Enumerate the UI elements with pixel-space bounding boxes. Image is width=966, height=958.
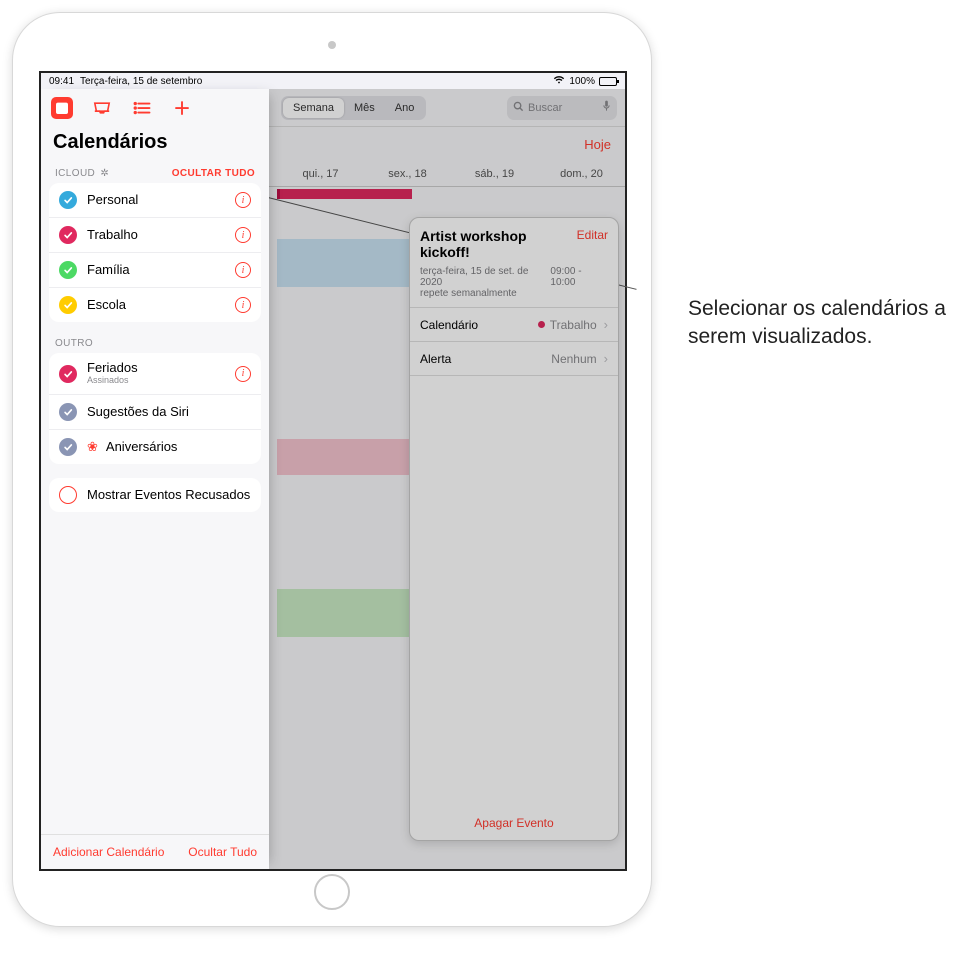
calendar-checkbox[interactable] [59,403,77,421]
app-body: Semana Mês Ano Buscar [41,89,625,869]
calendar-checkbox[interactable] [59,261,77,279]
info-icon[interactable]: i [235,262,251,278]
chevron-right-icon: › [604,351,608,366]
calendar-row[interactable]: Famíliai [49,253,261,288]
event-calendar-label: Calendário [420,318,478,332]
search-field[interactable]: Buscar [507,96,617,120]
footer-hide-all-button[interactable]: Ocultar Tudo [188,845,257,859]
screen: 09:41 Terça-feira, 15 de setembro 100% S… [39,71,627,871]
declined-checkbox-empty[interactable] [59,486,77,504]
event-calendar-value: Trabalho [550,318,597,332]
calendar-row[interactable]: FeriadosAssinadosi [49,353,261,395]
calendar-label: Aniversários [106,440,251,454]
calendar-row[interactable]: Sugestões da Siri [49,395,261,430]
show-declined-label: Mostrar Eventos Recusados [87,488,251,502]
battery-icon [599,77,617,86]
calendar-row[interactable]: ❀ Aniversários [49,430,261,464]
event-alert-value: Nenhum [551,352,596,366]
delete-event-button[interactable]: Apagar Evento [410,806,618,840]
calendar-label: Personal [87,193,235,207]
info-icon[interactable]: i [235,297,251,313]
list-icon[interactable] [131,97,153,119]
inbox-icon[interactable] [91,97,113,119]
event-alert-label: Alerta [420,352,451,366]
camera-dot [328,41,336,49]
calendar-checkbox[interactable] [59,365,77,383]
info-icon[interactable]: i [235,366,251,382]
ipad-device-frame: 09:41 Terça-feira, 15 de setembro 100% S… [12,12,652,927]
home-button[interactable] [314,874,350,910]
mic-icon[interactable] [602,100,611,115]
event-block-pink[interactable] [277,439,412,475]
panel-title: Calendários [41,127,269,162]
panel-toolbar [41,89,269,127]
seg-mes[interactable]: Mês [344,98,385,118]
show-declined-row[interactable]: Mostrar Eventos Recusados [49,478,261,512]
calendars-panel: Calendários ICLOUD ✲ OCULTAR TUDO Person… [41,89,269,869]
day-dom: dom., 20 [538,168,625,180]
calendar-label: Escola [87,298,235,312]
event-alert-row[interactable]: Alerta Nenhum › [410,342,618,376]
today-button[interactable]: Hoje [584,137,611,152]
wifi-icon [553,76,565,87]
calendar-label: Família [87,263,235,277]
calendar-color-dot [538,321,545,328]
declined-list: Mostrar Eventos Recusados [49,478,261,512]
search-placeholder: Buscar [528,102,562,114]
add-calendar-button[interactable]: Adicionar Calendário [53,845,164,859]
info-icon[interactable]: i [235,227,251,243]
event-date: terça-feira, 15 de set. de 2020 [420,266,550,288]
calendar-grid-icon[interactable] [51,97,73,119]
calendar-row[interactable]: Personali [49,183,261,218]
calendar-label: FeriadosAssinados [87,361,235,386]
calendar-checkbox[interactable] [59,191,77,209]
calendar-label: Trabalho [87,228,235,242]
edit-button[interactable]: Editar [577,228,608,260]
status-bar: 09:41 Terça-feira, 15 de setembro 100% [41,73,625,89]
calendar-label: Sugestões da Siri [87,405,251,419]
event-title: Artist workshop kickoff! [420,228,577,260]
day-sab: sáb., 19 [451,168,538,180]
add-icon[interactable] [171,97,193,119]
gift-icon: ❀ [87,439,98,455]
event-repeat: repete semanalmente [410,288,618,308]
calendar-row[interactable]: Escolai [49,288,261,322]
battery-percent: 100% [569,76,595,87]
other-header: OUTRO [55,338,93,349]
calendar-row[interactable]: Trabalhoi [49,218,261,253]
info-icon[interactable]: i [235,192,251,208]
search-icon [513,101,524,115]
icloud-calendar-list: PersonaliTrabalhoiFamíliaiEscolai [49,183,261,322]
event-block-blue[interactable] [277,239,412,287]
event-block-green[interactable] [277,589,412,637]
chevron-right-icon: › [604,317,608,332]
icloud-header: ICLOUD [55,168,95,179]
status-time: 09:41 [49,76,74,87]
seg-semana[interactable]: Semana [283,98,344,118]
seg-ano[interactable]: Ano [385,98,425,118]
event-popover: Artist workshop kickoff! Editar terça-fe… [409,217,619,841]
calendar-checkbox[interactable] [59,438,77,456]
calendar-checkbox[interactable] [59,296,77,314]
event-time: 09:00 - 10:00 [550,266,608,288]
event-calendar-row[interactable]: Calendário Trabalho › [410,308,618,342]
calendar-checkbox[interactable] [59,226,77,244]
event-banner-pink[interactable] [277,189,412,199]
day-qui: qui., 17 [277,168,364,180]
callout-text: Selecionar os calendários a serem visual… [688,295,966,352]
hide-all-icloud-button[interactable]: OCULTAR TUDO [172,168,255,179]
day-sex: sex., 18 [364,168,451,180]
sync-spinner-icon: ✲ [100,168,109,179]
status-date: Terça-feira, 15 de setembro [80,76,202,87]
view-segmented-control[interactable]: Semana Mês Ano [281,96,426,120]
other-calendar-list: FeriadosAssinadosi Sugestões da Siri ❀ Aniv… [49,353,261,464]
